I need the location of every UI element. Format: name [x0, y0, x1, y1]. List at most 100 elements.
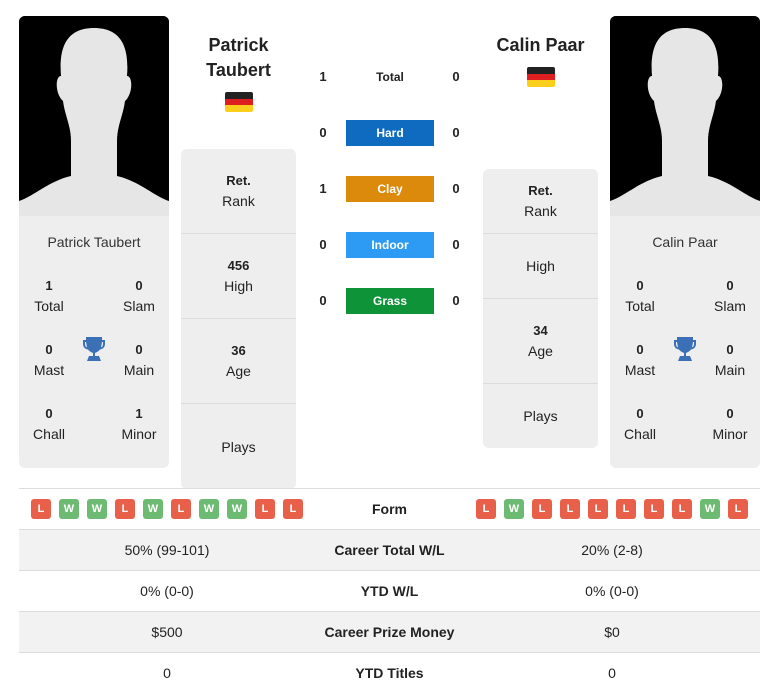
- p2-value: $0: [604, 624, 620, 640]
- name-line2: Taubert: [206, 60, 271, 80]
- label: Minor: [121, 426, 157, 442]
- trophy-icon: [83, 337, 105, 361]
- surface-indoor-chip: Indoor: [346, 232, 434, 258]
- p2-value: 0: [452, 181, 460, 196]
- form-win-badge[interactable]: W: [59, 499, 79, 519]
- p2-value: 0% (0-0): [585, 583, 639, 599]
- p1-titles-chall: 0 Chall: [19, 404, 79, 444]
- value: 1: [45, 278, 53, 293]
- form-win-badge[interactable]: W: [199, 499, 219, 519]
- player2-name-small: Calin Paar: [652, 234, 718, 250]
- p2-titles-main: 0 Main: [700, 340, 760, 380]
- row-label: Form: [372, 501, 407, 517]
- form-win-badge[interactable]: W: [504, 499, 524, 519]
- form-win-badge[interactable]: W: [700, 499, 720, 519]
- p2-value: 20% (2-8): [581, 542, 643, 558]
- label: Rank: [222, 193, 255, 209]
- value: 1: [135, 406, 143, 421]
- value: 0: [135, 342, 143, 357]
- value: 0: [45, 406, 53, 421]
- p1-rank: Ret. Rank: [181, 149, 296, 234]
- p1-titles-mast: 0 Mast: [19, 340, 79, 380]
- value: 0: [726, 342, 734, 357]
- label: Minor: [712, 426, 748, 442]
- surface-hard-chip: Hard: [346, 120, 434, 146]
- p2-value: 0: [452, 237, 460, 252]
- form-loss-badge[interactable]: L: [476, 499, 496, 519]
- row-label: YTD Titles: [355, 665, 424, 681]
- form-loss-badge[interactable]: L: [532, 499, 552, 519]
- label: High: [224, 278, 253, 294]
- p1-value: 0: [163, 665, 171, 681]
- form-win-badge[interactable]: W: [143, 499, 163, 519]
- career-wl-row: 50% (99-101) Career Total W/L 20% (2-8): [19, 529, 760, 570]
- germany-flag-icon: [527, 67, 555, 87]
- form-win-badge[interactable]: W: [87, 499, 107, 519]
- silhouette-icon: [610, 16, 760, 216]
- form-loss-badge[interactable]: L: [115, 499, 135, 519]
- form-loss-badge[interactable]: L: [560, 499, 580, 519]
- label: Plays: [523, 408, 558, 424]
- value: 34: [533, 323, 548, 338]
- value: 0: [726, 406, 734, 421]
- player2-photo: [610, 16, 760, 216]
- label: Mast: [33, 362, 65, 378]
- p1-plays: Plays: [181, 404, 296, 489]
- label: Chall: [624, 426, 656, 442]
- label: Total: [625, 298, 655, 314]
- p2-titles-slam: 0 Slam: [700, 276, 760, 316]
- p1-value: 0: [319, 293, 327, 308]
- form-loss-badge[interactable]: L: [672, 499, 692, 519]
- form-row: LWWLWLWWLL Form LWLLLLLLWL: [19, 488, 760, 529]
- silhouette-icon: [19, 16, 169, 216]
- value: 0: [636, 278, 644, 293]
- ytd-titles-row: 0 YTD Titles 0: [19, 652, 760, 693]
- row-label: Career Total W/L: [334, 542, 445, 558]
- name-line1: Patrick: [208, 35, 269, 55]
- p2-titles-mast: 0 Mast: [610, 340, 670, 380]
- p2-form-badges: LWLLLLLLWL: [464, 499, 760, 519]
- ytd-wl-row: 0% (0-0) YTD W/L 0% (0-0): [19, 570, 760, 611]
- form-loss-badge[interactable]: L: [31, 499, 51, 519]
- label: Main: [123, 362, 155, 378]
- form-loss-badge[interactable]: L: [588, 499, 608, 519]
- h2h-grass-row: 0 Grass 0: [310, 288, 470, 314]
- germany-flag-icon: [225, 92, 253, 112]
- form-loss-badge[interactable]: L: [616, 499, 636, 519]
- p2-value: 0: [608, 665, 616, 681]
- p1-titles-total: 1 Total: [19, 276, 79, 316]
- label: Mast: [624, 362, 656, 378]
- form-loss-badge[interactable]: L: [255, 499, 275, 519]
- form-win-badge[interactable]: W: [227, 499, 247, 519]
- row-label: YTD W/L: [360, 583, 419, 599]
- h2h-clay-row: 1 Clay 0: [310, 176, 470, 202]
- p2-titles-minor: 0 Minor: [700, 404, 760, 444]
- form-loss-badge[interactable]: L: [171, 499, 191, 519]
- p1-high: 456 High: [181, 234, 296, 319]
- player1-name[interactable]: Patrick Taubert: [181, 33, 296, 83]
- form-loss-badge[interactable]: L: [644, 499, 664, 519]
- value: 0: [636, 406, 644, 421]
- label: High: [526, 258, 555, 274]
- form-loss-badge[interactable]: L: [728, 499, 748, 519]
- p2-value: 0: [452, 293, 460, 308]
- player2-name[interactable]: Calin Paar: [483, 33, 598, 58]
- label: Chall: [33, 426, 65, 442]
- player1-card: Patrick Taubert 1 Total 0 Slam 0 Mast 0 Main…: [19, 216, 169, 468]
- form-loss-badge[interactable]: L: [283, 499, 303, 519]
- value: 0: [726, 278, 734, 293]
- value: 36: [231, 343, 246, 358]
- value: 0: [135, 278, 143, 293]
- value: 456: [227, 258, 250, 273]
- label: Main: [714, 362, 746, 378]
- p1-value: 1: [319, 69, 327, 84]
- player2-card: Calin Paar 0 Total 0 Slam 0 Mast 0 Main 0 Cha…: [610, 216, 760, 468]
- surface-label: Total: [376, 70, 404, 84]
- p1-value: 1: [319, 181, 327, 196]
- prize-money-row: $500 Career Prize Money $0: [19, 611, 760, 652]
- player1-name-small: Patrick Taubert: [47, 234, 141, 250]
- value: Ret.: [528, 183, 553, 198]
- p2-titles-chall: 0 Chall: [610, 404, 670, 444]
- p1-value: 50% (99-101): [124, 542, 210, 558]
- p1-age: 36 Age: [181, 319, 296, 404]
